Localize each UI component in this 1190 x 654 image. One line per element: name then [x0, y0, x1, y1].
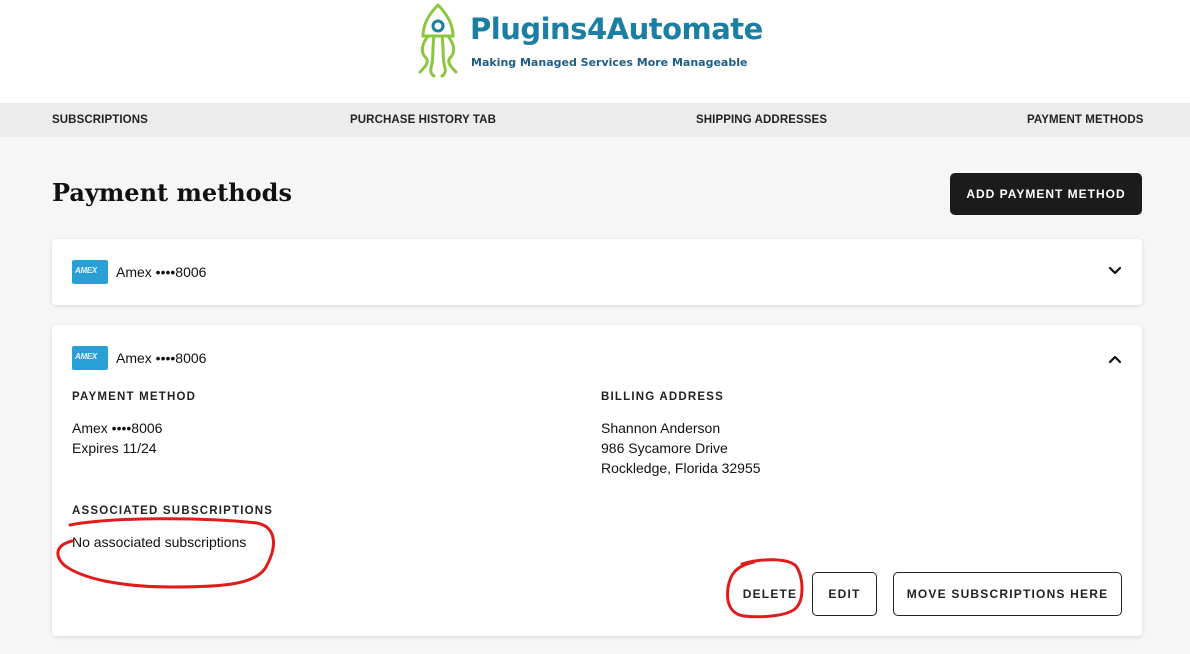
brand-title: Plugins4Automate — [470, 12, 763, 46]
add-payment-method-button[interactable]: ADD PAYMENT METHOD — [950, 173, 1142, 215]
billing-address-heading: BILLING ADDRESS — [601, 391, 724, 403]
payment-method-card-collapsed[interactable]: AMEX Amex ••••8006 — [52, 239, 1142, 305]
payment-method-heading: PAYMENT METHOD — [72, 391, 197, 403]
move-subscriptions-here-button[interactable]: MOVE SUBSCRIPTIONS HERE — [893, 572, 1122, 616]
billing-name: Shannon Anderson — [601, 420, 721, 436]
delete-button[interactable]: DELETE — [728, 572, 812, 616]
page-title: Payment methods — [52, 178, 292, 207]
card-summary-label: Amex ••••8006 — [116, 350, 207, 366]
nav-subscriptions[interactable]: SUBSCRIPTIONS — [52, 114, 148, 126]
account-nav: SUBSCRIPTIONS PURCHASE HISTORY TAB SHIPP… — [0, 103, 1190, 137]
nav-shipping-addresses[interactable]: SHIPPING ADDRESSES — [696, 114, 827, 126]
associated-subscriptions-heading: ASSOCIATED SUBSCRIPTIONS — [72, 505, 274, 517]
payment-method-card-expanded: AMEX Amex ••••8006 PAYMENT METHOD Amex •… — [52, 325, 1142, 636]
chevron-up-icon[interactable] — [1106, 350, 1124, 368]
card-summary-label: Amex ••••8006 — [116, 264, 207, 280]
site-header: Plugins4Automate Making Managed Services… — [0, 0, 1190, 103]
edit-button[interactable]: EDIT — [812, 572, 877, 616]
card-number-line: Amex ••••8006 — [72, 420, 163, 436]
amex-card-icon: AMEX — [72, 260, 108, 284]
site-logo[interactable]: Plugins4Automate Making Managed Services… — [414, 2, 774, 80]
amex-card-icon: AMEX — [72, 346, 108, 370]
card-expiry: Expires 11/24 — [72, 440, 157, 456]
billing-city: Rockledge, Florida 32955 — [601, 460, 761, 476]
nav-payment-methods[interactable]: PAYMENT METHODS — [1027, 114, 1144, 126]
billing-street: 986 Sycamore Drive — [601, 440, 728, 456]
brand-tagline: Making Managed Services More Manageable — [471, 56, 748, 69]
nav-purchase-history[interactable]: PURCHASE HISTORY TAB — [350, 114, 496, 126]
associated-subscriptions-text: No associated subscriptions — [72, 534, 247, 550]
chevron-down-icon[interactable] — [1106, 262, 1124, 280]
squid-logo-icon — [418, 2, 458, 78]
